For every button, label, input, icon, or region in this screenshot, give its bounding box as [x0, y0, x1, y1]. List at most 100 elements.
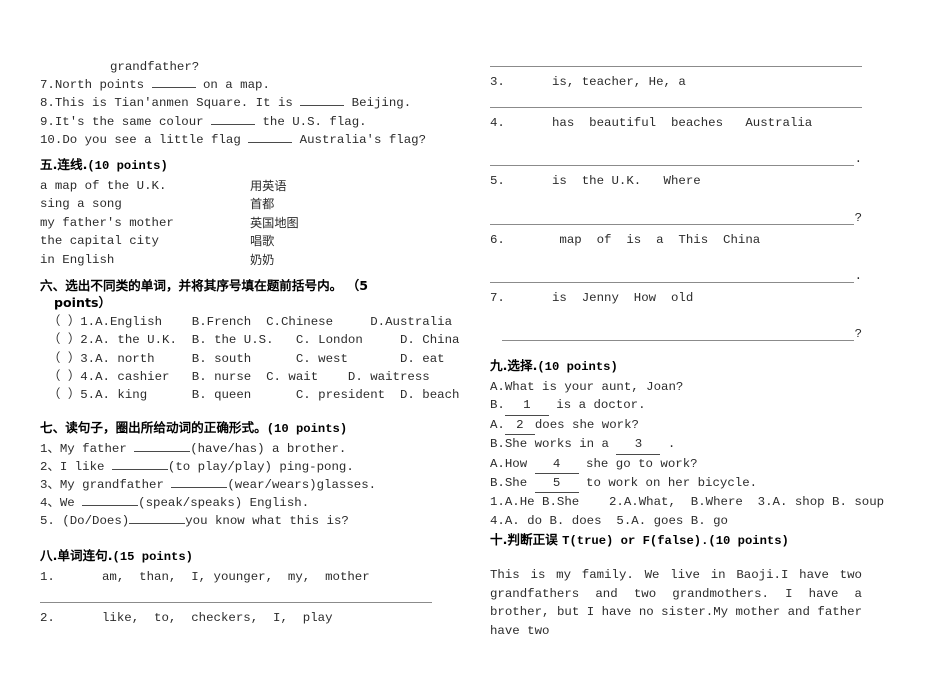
dialogue-3-after: does she work?	[534, 417, 639, 432]
q4-bracket[interactable]: （ ）	[48, 370, 80, 384]
match-english-1[interactable]: sing a song	[40, 195, 250, 213]
match-row[interactable]: the capital city 唱歌	[40, 232, 432, 250]
q2-number: 2.	[80, 333, 96, 348]
word-order-item-1: 1. am, than, I, younger, my, mother	[40, 568, 432, 586]
dialogue-options-line-2[interactable]: 4.A. do B. does 5.A. goes B. go	[490, 512, 862, 530]
section-nine-heading: 九.选择.(10 points)	[490, 357, 862, 376]
match-chinese-3[interactable]: 唱歌	[250, 232, 274, 250]
answer-rule-6-line: .	[490, 269, 862, 283]
section-ten-points: (10 points)	[708, 534, 789, 549]
verb-4-after[interactable]: (speak/speaks) English.	[138, 496, 309, 510]
word-order-4-words: has beautiful beaches Australia	[552, 116, 813, 131]
two-column-layout: grandfather? 7.North points on a map. 8.…	[40, 58, 910, 641]
dialogue-5-blank[interactable]: 4	[534, 455, 579, 475]
section-six-heading: 六、选出不同类的单词，并将其序号填在题前括号内。 （5 points）	[40, 277, 432, 311]
verb-3-blank[interactable]	[171, 486, 228, 488]
dialogue-5-before: How	[504, 456, 535, 471]
verb-1-before: My father	[59, 441, 135, 456]
section-ten-title: 十.判断正误	[490, 532, 563, 548]
q3-options[interactable]: A. north B. south C. west D. eat	[95, 352, 444, 366]
answer-rule-7[interactable]	[502, 340, 854, 342]
word-order-item-6: 6. map of is a This China	[490, 231, 862, 249]
verb-1-blank[interactable]	[134, 450, 191, 452]
verb-4-blank[interactable]	[82, 505, 139, 507]
verb-3-after[interactable]: (wear/wears)glasses.	[227, 478, 376, 492]
item-10-blank[interactable]	[248, 141, 293, 143]
list-item[interactable]: （ ）1.A.English B.French C.Chinese D.Aust…	[40, 313, 452, 331]
verb-2-after[interactable]: (to play/play) ping-pong.	[168, 460, 354, 474]
reading-passage: This is my family. We live in Baoji.I ha…	[490, 568, 862, 639]
word-order-6-words: map of is a This China	[552, 232, 761, 247]
verb-5-number: 5.	[40, 514, 55, 529]
section-eight-points: (15 points)	[112, 549, 193, 564]
match-chinese-0[interactable]: 用英语	[250, 177, 287, 195]
q4-options[interactable]: A. cashier B. nurse C. wait D. waitress	[95, 370, 430, 384]
item-9-blank[interactable]	[211, 123, 256, 125]
match-english-2[interactable]: my father's mother	[40, 214, 250, 232]
q2-bracket[interactable]: （ ）	[48, 333, 80, 347]
verb-item-4: 4、We (speak/speaks) English.	[40, 494, 432, 512]
item-7-after: on a map.	[195, 78, 270, 93]
match-english-4[interactable]: in English	[40, 251, 250, 269]
item-7-before: North points	[54, 78, 152, 93]
verb-5-blank[interactable]	[129, 523, 186, 525]
carryover-line: grandfather?	[110, 60, 200, 74]
list-item[interactable]: （ ）4.A. cashier B. nurse C. wait D. wait…	[40, 368, 432, 386]
verb-1-after[interactable]: (have/has) a brother.	[190, 442, 346, 456]
verb-2-blank[interactable]	[111, 468, 168, 470]
dialogue-4-blank[interactable]: 3	[616, 435, 661, 455]
section-five-points: (10 points)	[87, 159, 168, 174]
list-item[interactable]: （ ）5.A. king B. queen C. president D. be…	[40, 386, 459, 404]
q2-options[interactable]: A. the U.K. B. the U.S. C. London D. Chi…	[95, 333, 459, 347]
match-row[interactable]: sing a song 首都	[40, 195, 432, 213]
fill-blank-item-9: 9.It's the same colour the U.S. flag.	[40, 113, 432, 131]
q5-options[interactable]: A. king B. queen C. president D. beach	[95, 388, 459, 402]
q3-bracket[interactable]: （ ）	[48, 352, 80, 366]
dialogue-options-line-1[interactable]: 1.A.He B.She 2.A.What, B.Where 3.A. shop…	[490, 493, 884, 511]
verb-5-before[interactable]: (Do/Does)	[55, 514, 129, 528]
section-nine-title: 九.选择.	[490, 358, 538, 374]
fill-blank-item-10: 10.Do you see a little flag Australia's …	[40, 131, 432, 149]
verb-3-number: 3、	[40, 477, 60, 492]
list-item[interactable]: （ ）3.A. north B. south C. west D. eat	[40, 350, 445, 368]
answer-rule-6[interactable]	[490, 281, 854, 283]
list-item[interactable]: （ ）2.A. the U.K. B. the U.S. C. London D…	[40, 331, 459, 349]
verb-2-number: 2、	[40, 459, 60, 474]
answer-rule-4[interactable]	[490, 165, 854, 167]
left-column: grandfather? 7.North points on a map. 8.…	[40, 58, 459, 627]
right-column: 3. is, teacher, He, a 4. has beautiful b…	[490, 58, 884, 641]
section-five-title: 五.连线.	[40, 157, 88, 173]
verb-item-3: 3、My grandfather (wear/wears)glasses.	[40, 476, 432, 494]
dialogue-3-speaker: A.	[490, 417, 505, 432]
item-10-after: Australia's flag?	[292, 132, 427, 147]
match-english-0[interactable]: a map of the U.K.	[40, 177, 250, 195]
answer-rule-7-line: ?	[490, 327, 862, 342]
dialogue-3-blank[interactable]: 2	[504, 416, 535, 436]
dialogue-line-1: A.What is your aunt, Joan?	[490, 378, 862, 396]
match-chinese-4[interactable]: 奶奶	[250, 251, 274, 269]
q1-bracket[interactable]: （ ）	[48, 315, 80, 329]
match-chinese-2[interactable]: 英国地图	[250, 214, 299, 232]
match-row[interactable]: in English 奶奶	[40, 251, 432, 269]
section-six-heading-line2: points）	[54, 295, 112, 311]
answer-rule-5[interactable]	[490, 223, 854, 225]
word-order-5-words: is the U.K. Where	[552, 174, 701, 189]
dialogue-6-blank[interactable]: 5	[534, 474, 579, 494]
word-order-5-number: 5.	[490, 174, 505, 189]
q1-options[interactable]: A.English B.French C.Chinese D.Australia	[95, 315, 452, 329]
match-row[interactable]: a map of the U.K. 用英语	[40, 177, 432, 195]
dialogue-2-blank[interactable]: 1	[504, 396, 549, 416]
match-english-3[interactable]: the capital city	[40, 232, 250, 250]
item-10-before: Do you see a little flag	[62, 132, 249, 147]
dialogue-6-after: to work on her bicycle.	[578, 476, 758, 491]
item-7-number: 7.	[40, 78, 55, 93]
item-8-blank[interactable]	[300, 105, 345, 107]
q5-bracket[interactable]: （ ）	[48, 388, 80, 402]
item-7-blank[interactable]	[151, 87, 196, 89]
match-row[interactable]: my father's mother 英国地图	[40, 214, 432, 232]
match-chinese-1[interactable]: 首都	[250, 195, 274, 213]
